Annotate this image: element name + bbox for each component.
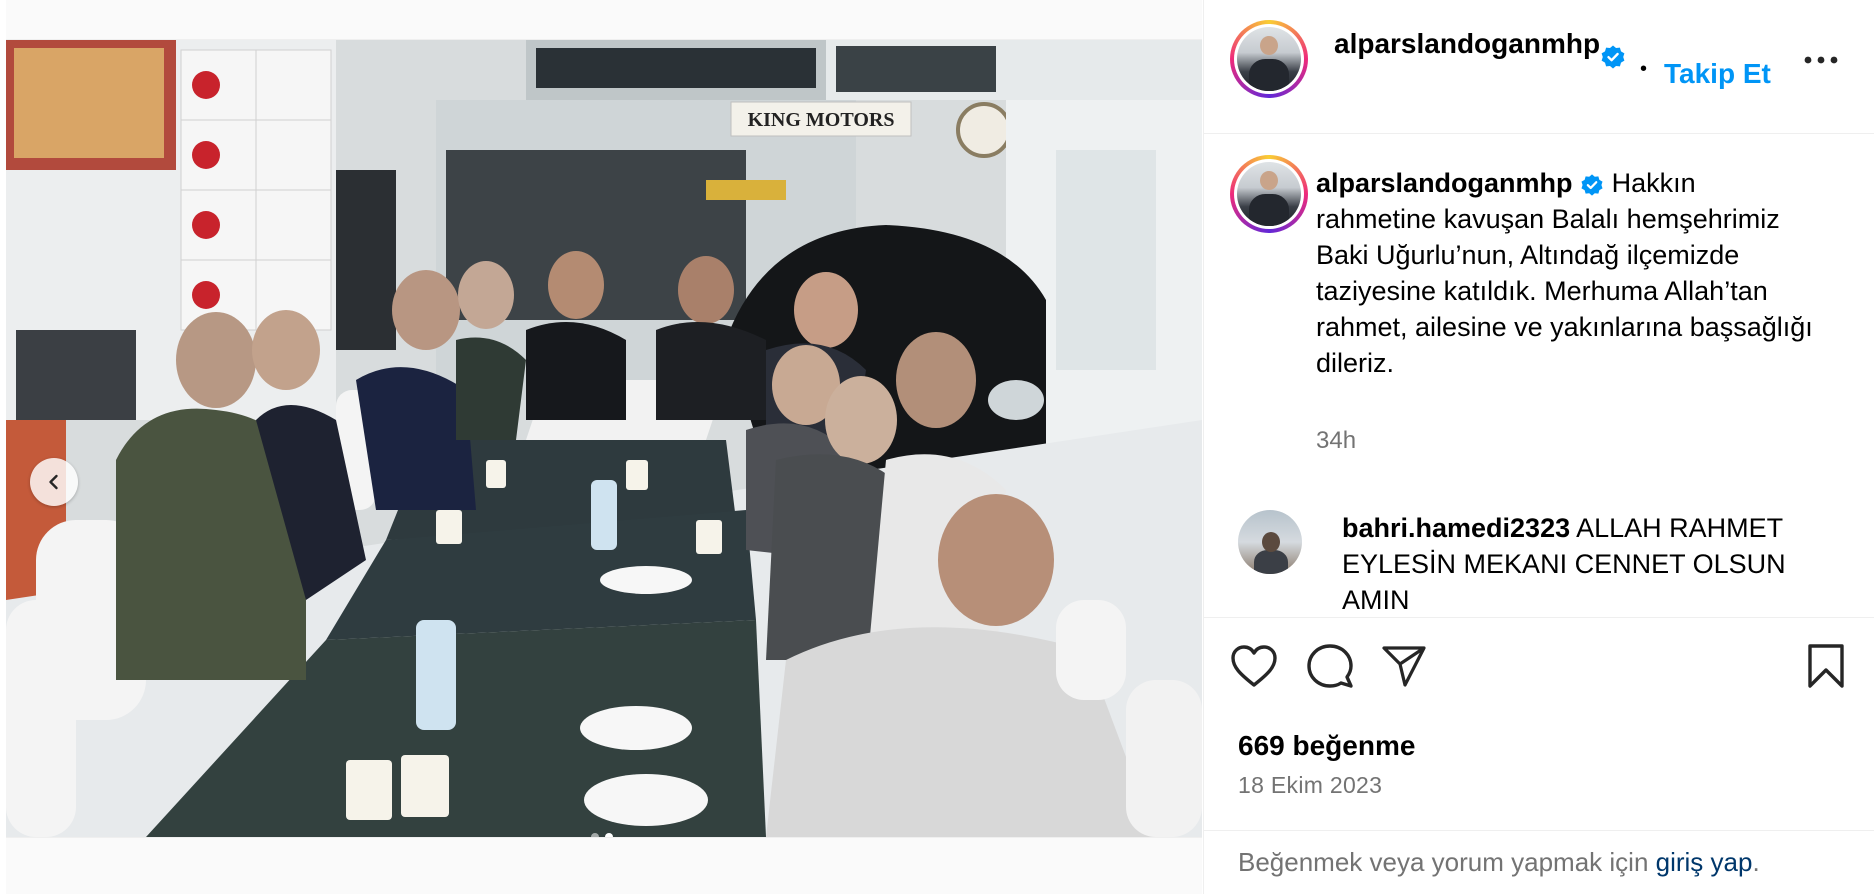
- login-prompt-text: Beğenmek veya yorum yapmak için giriş ya…: [1238, 847, 1760, 878]
- verified-badge-icon: [1580, 173, 1604, 197]
- more-options-button[interactable]: [1796, 40, 1846, 80]
- share-button[interactable]: [1376, 638, 1432, 694]
- previous-slide-button[interactable]: [30, 458, 78, 506]
- login-prompt-suffix: .: [1752, 847, 1760, 877]
- caption-body: Hakkın rahmetine kavuşan Balalı hemşehri…: [1316, 168, 1813, 378]
- post-side-panel: alparslandoganmhp • Takip Et alparslando…: [1203, 0, 1874, 894]
- likes-count[interactable]: 669 beğenme: [1238, 730, 1415, 762]
- commenter-avatar[interactable]: [1238, 510, 1302, 574]
- photo-illustration: KING MOTORS: [6, 40, 1202, 837]
- verified-badge-icon: [1600, 44, 1626, 70]
- author-avatar[interactable]: [1230, 20, 1308, 98]
- caption-timestamp[interactable]: 34h: [1316, 427, 1356, 455]
- sign-text: KING MOTORS: [748, 109, 895, 131]
- header-separator: •: [1640, 58, 1648, 80]
- like-button[interactable]: [1226, 638, 1282, 694]
- media-top-strip: [6, 0, 1202, 40]
- login-link[interactable]: giriş yap: [1656, 847, 1753, 877]
- follow-button[interactable]: Takip Et: [1664, 58, 1771, 90]
- comment-icon: [1307, 644, 1353, 688]
- chevron-left-icon: [49, 474, 58, 490]
- caption-author-avatar[interactable]: [1230, 155, 1308, 233]
- login-prompt-prefix: Beğenmek veya yorum yapmak için: [1238, 847, 1656, 877]
- caption-text: alparslandoganmhp Hakkın rahmetine kavuş…: [1316, 165, 1816, 381]
- post-header: alparslandoganmhp • Takip Et: [1204, 0, 1874, 134]
- more-horizontal-icon: [1804, 56, 1838, 64]
- save-button[interactable]: [1798, 638, 1854, 694]
- bookmark-icon: [1808, 644, 1844, 688]
- comment-button[interactable]: [1302, 638, 1358, 694]
- media-bottom-strip: [6, 837, 1202, 894]
- caption-username[interactable]: alparslandoganmhp: [1316, 168, 1573, 198]
- comment-text: bahri.hamedi2323 ALLAH RAHMET EYLESİN ME…: [1342, 510, 1842, 617]
- heart-icon: [1231, 645, 1277, 687]
- post-actions: [1204, 638, 1874, 698]
- author-username[interactable]: alparslandoganmhp: [1334, 26, 1624, 62]
- post-date[interactable]: 18 Ekim 2023: [1238, 772, 1382, 799]
- comment-username[interactable]: bahri.hamedi2323: [1342, 513, 1570, 543]
- post-image[interactable]: KING MOTORS: [6, 40, 1202, 837]
- paper-plane-icon: [1382, 646, 1426, 687]
- comments-section[interactable]: alparslandoganmhp Hakkın rahmetine kavuş…: [1204, 135, 1874, 618]
- login-prompt: Beğenmek veya yorum yapmak için giriş ya…: [1204, 830, 1874, 894]
